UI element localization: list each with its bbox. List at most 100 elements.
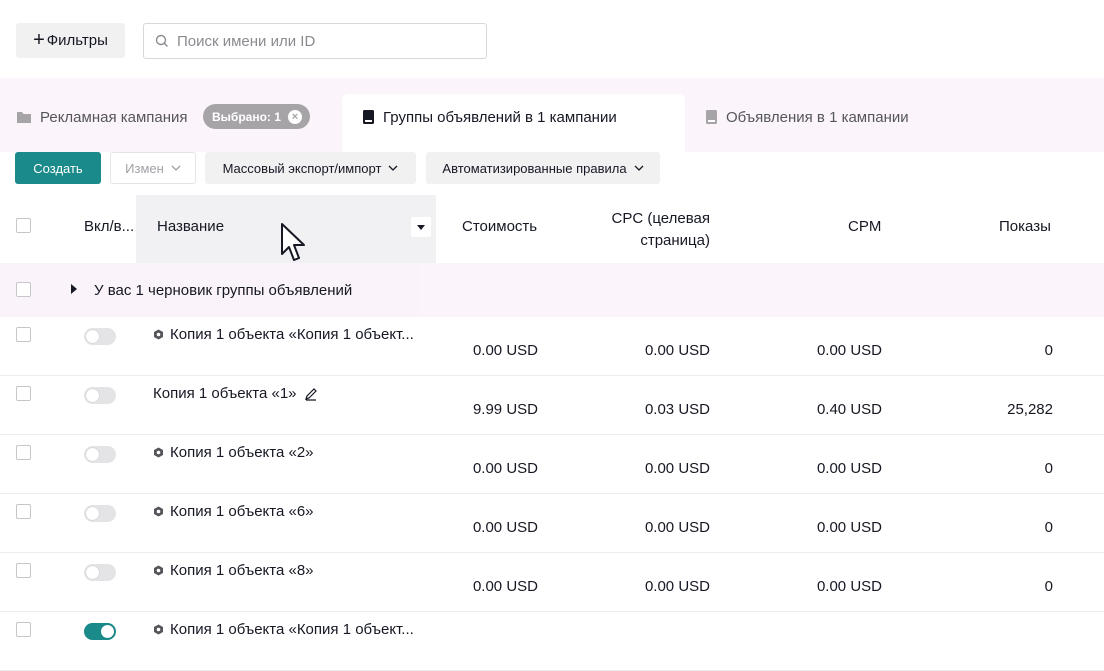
row-name[interactable]: Копия 1 объекта «Копия 1 объект... <box>153 621 414 638</box>
cell-cpm: 0.00 USD <box>816 342 882 359</box>
cell-cpc: 0.00 USD <box>644 342 710 359</box>
tab-campaign-label: Рекламная кампания <box>40 108 188 126</box>
tab-ads[interactable]: Объявления в 1 кампании <box>705 100 909 134</box>
row-checkbox[interactable] <box>16 563 31 578</box>
cell-cost: 0.00 USD <box>472 578 538 595</box>
ad-icon <box>706 110 717 124</box>
table-row[interactable]: Копия 1 объекта «Копия 1 объект... <box>0 612 1104 671</box>
top-bar: + Фильтры Поиск имени или ID <box>0 0 1104 78</box>
status-toggle[interactable] <box>84 623 116 640</box>
tab-ad-groups-label: Группы объявлений в 1 кампании <box>383 108 617 126</box>
mouse-cursor-icon <box>281 223 305 261</box>
draft-badge-icon <box>154 624 163 635</box>
table-row[interactable]: Копия 1 объекта «6» 0.00 USD 0.00 USD 0.00 … <box>0 494 1104 553</box>
filters-button[interactable]: + Фильтры <box>16 23 125 58</box>
row-name[interactable]: Копия 1 объекта «2» <box>153 444 314 461</box>
toggle-knob <box>86 448 99 461</box>
draft-checkbox[interactable] <box>16 282 31 297</box>
column-cpm[interactable]: CPM <box>848 218 881 235</box>
cell-cost: 0.00 USD <box>472 460 538 477</box>
cell-impressions: 25,282 <box>1007 401 1053 418</box>
row-name-text: Копия 1 объекта «2» <box>170 444 314 461</box>
folder-icon <box>17 112 31 123</box>
status-toggle[interactable] <box>84 387 116 404</box>
toggle-knob <box>86 330 99 343</box>
edit-pencil-icon[interactable] <box>304 387 318 401</box>
bulk-export-dropdown[interactable]: Массовый экспорт/импорт <box>205 152 416 184</box>
clear-selection-icon[interactable]: × <box>287 109 302 124</box>
cell-impressions: 0 <box>1044 578 1053 595</box>
draft-badge-icon <box>154 506 163 517</box>
cell-cpc: 0.00 USD <box>644 460 710 477</box>
chevron-down-icon <box>171 165 181 171</box>
search-input[interactable]: Поиск имени или ID <box>143 23 487 59</box>
column-onoff[interactable]: Вкл/в... <box>84 218 134 235</box>
column-impressions[interactable]: Показы <box>999 218 1051 235</box>
chevron-down-icon <box>634 165 644 171</box>
table-row[interactable]: Копия 1 объекта «2» 0.00 USD 0.00 USD 0.00 … <box>0 435 1104 494</box>
search-icon <box>155 34 168 47</box>
cell-impressions: 0 <box>1044 342 1053 359</box>
filters-label: Фильтры <box>46 32 108 49</box>
toggle-knob <box>86 507 99 520</box>
cell-cpc: 0.03 USD <box>644 401 710 418</box>
search-placeholder: Поиск имени или ID <box>177 32 316 50</box>
bulk-export-label: Массовый экспорт/импорт <box>222 160 382 176</box>
row-name-text: Копия 1 объекта «6» <box>170 503 314 520</box>
cell-cpc: 0.00 USD <box>644 578 710 595</box>
row-name[interactable]: Копия 1 объекта «Копия 1 объект... <box>153 326 414 343</box>
cell-cpm: 0.00 USD <box>816 578 882 595</box>
toggle-knob <box>86 389 99 402</box>
row-name-text: Копия 1 объекта «Копия 1 объект... <box>170 621 414 638</box>
chevron-down-icon <box>388 165 398 171</box>
status-toggle[interactable] <box>84 328 116 345</box>
automated-rules-dropdown[interactable]: Автоматизированные правила <box>426 152 660 184</box>
row-checkbox[interactable] <box>16 386 31 401</box>
create-button[interactable]: Создать <box>15 152 101 184</box>
table-row[interactable]: Копия 1 объекта «8» 0.00 USD 0.00 USD 0.00 … <box>0 553 1104 612</box>
row-name-text: Копия 1 объекта «Копия 1 объект... <box>170 326 414 343</box>
expand-caret-icon[interactable] <box>71 284 77 294</box>
table-row[interactable]: Копия 1 объекта «1» 9.99 USD 0.03 USD 0.40 … <box>0 376 1104 435</box>
tab-campaign[interactable]: Рекламная кампания <box>16 100 188 134</box>
caret-down-icon <box>417 224 425 230</box>
column-name[interactable]: Название <box>157 218 224 235</box>
cell-cpm: 0.00 USD <box>816 519 882 536</box>
cell-cost: 0.00 USD <box>472 342 538 359</box>
edit-label: Измен <box>125 160 164 176</box>
column-cpc-line1: CPC (целевая <box>611 210 710 227</box>
edit-dropdown[interactable]: Измен <box>110 152 196 184</box>
row-name[interactable]: Копия 1 объекта «6» <box>153 503 314 520</box>
tab-ads-label: Объявления в 1 кампании <box>726 108 909 126</box>
selected-badge[interactable]: Выбрано: 1 × <box>203 104 310 129</box>
toggle-knob <box>101 625 114 638</box>
row-checkbox[interactable] <box>16 504 31 519</box>
ad-group-icon <box>363 110 374 124</box>
column-cpc[interactable]: CPC (целевая страница) <box>610 208 710 252</box>
selected-badge-label: Выбрано: 1 <box>212 109 281 124</box>
toggle-knob <box>86 566 99 579</box>
status-toggle[interactable] <box>84 446 116 463</box>
status-toggle[interactable] <box>84 564 116 581</box>
row-checkbox[interactable] <box>16 622 31 637</box>
automated-rules-label: Автоматизированные правила <box>442 160 627 176</box>
column-name-sort-button[interactable] <box>411 217 431 237</box>
draft-notice[interactable]: У вас 1 черновик группы объявлений <box>94 282 352 299</box>
cell-cpm: 0.00 USD <box>816 460 882 477</box>
row-checkbox[interactable] <box>16 327 31 342</box>
tab-ad-groups[interactable]: Группы объявлений в 1 кампании <box>362 100 617 134</box>
row-checkbox[interactable] <box>16 445 31 460</box>
row-name[interactable]: Копия 1 объекта «8» <box>153 562 314 579</box>
cell-impressions: 0 <box>1044 460 1053 477</box>
status-toggle[interactable] <box>84 505 116 522</box>
draft-badge-icon <box>154 565 163 576</box>
cell-cost: 0.00 USD <box>472 519 538 536</box>
cell-cpc: 0.00 USD <box>644 519 710 536</box>
table-row[interactable]: Копия 1 объекта «Копия 1 объект... 0.00 U… <box>0 317 1104 376</box>
select-all-checkbox[interactable] <box>16 218 31 233</box>
row-name-text: Копия 1 объекта «8» <box>170 562 314 579</box>
column-cpc-line2: страница) <box>640 232 710 249</box>
cell-impressions: 0 <box>1044 519 1053 536</box>
row-name[interactable]: Копия 1 объекта «1» <box>153 385 324 402</box>
column-cost[interactable]: Стоимость <box>462 218 537 235</box>
